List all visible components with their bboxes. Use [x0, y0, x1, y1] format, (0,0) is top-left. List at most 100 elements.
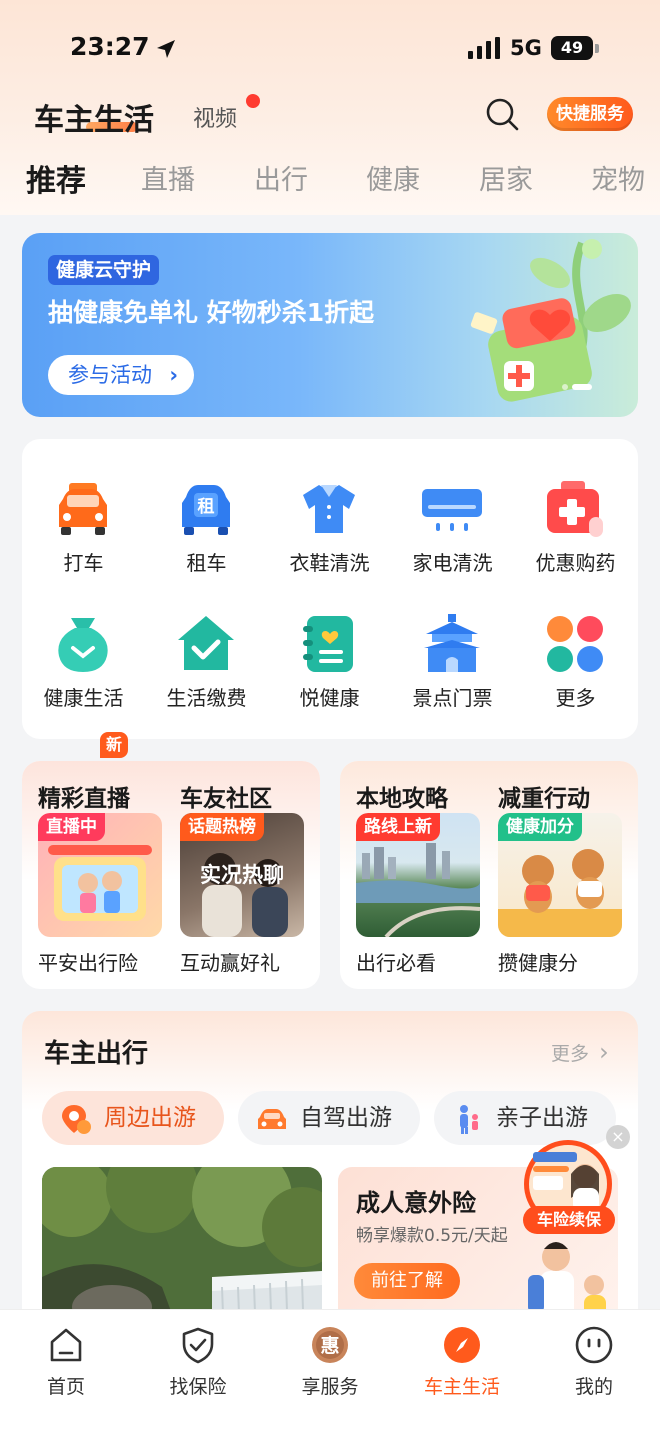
- renewal-label[interactable]: 车险续保: [523, 1206, 615, 1234]
- medical-kit-illustration: [470, 239, 631, 402]
- quick-service-button[interactable]: 快捷服务: [547, 97, 633, 131]
- pagoda-icon: [424, 614, 480, 672]
- service-yue-health[interactable]: 悦健康: [268, 574, 391, 710]
- banner-pager: [562, 384, 592, 390]
- live-thumbnail[interactable]: 直播中: [38, 813, 162, 937]
- chip-label: 自驾出游: [300, 1105, 392, 1131]
- compass-icon: [444, 1327, 480, 1363]
- battery-tip: [595, 44, 599, 53]
- community-thumbnail[interactable]: 话题热榜 实况热聊: [180, 813, 304, 937]
- chip-label: 周边出游: [104, 1105, 196, 1131]
- learn-more-button[interactable]: 前往了解: [354, 1263, 460, 1299]
- signal-icon: [468, 37, 500, 59]
- service-medicine[interactable]: 优惠购药: [514, 439, 637, 575]
- shield-check-icon: [182, 1327, 214, 1364]
- smiley-icon: [575, 1326, 613, 1364]
- service-label: 生活缴费: [166, 686, 247, 710]
- service-label: 家电清洗: [412, 551, 493, 575]
- feature-card-guide-fitness: 本地攻略 减重行动 路线上新 健康加分 出行必看 攒健康分: [340, 761, 638, 989]
- chip-family-trip[interactable]: 亲子出游: [434, 1091, 616, 1145]
- feature-card-live-community: 精彩直播 车友社区 直播中 话题热榜 实况热聊 平安出行险 互动赢好礼: [22, 761, 320, 989]
- status-time: 23:27: [70, 32, 150, 61]
- network-type: 5G: [510, 36, 542, 60]
- live-tag: 直播中: [38, 813, 105, 841]
- service-healthy-living[interactable]: 新 健康生活: [22, 574, 145, 758]
- service-more[interactable]: 更多: [514, 574, 637, 710]
- taxi-icon: [59, 483, 107, 535]
- battery-icon: 49: [551, 36, 593, 60]
- promo-banner[interactable]: 健康云守护 抽健康免单礼 好物秒杀1折起 参与活动 ›: [22, 233, 638, 417]
- nav-home[interactable]: 首页: [0, 1322, 132, 1402]
- live-caption: 平安出行险: [38, 951, 138, 975]
- car-icon: [258, 1109, 286, 1129]
- fitness-title: 减重行动: [498, 786, 590, 812]
- bottom-nav: 首页 找保险 惠 享服务 车主生活 我的: [0, 1309, 660, 1434]
- search-icon[interactable]: [484, 96, 520, 132]
- services-grid: 打车 租 租车 衣鞋清洗 家电清洗 优惠购药 新 健康生活 生活缴费 悦健康 景…: [22, 439, 638, 758]
- community-title: 车友社区: [180, 786, 272, 812]
- shirt-icon: [303, 485, 355, 533]
- banner-tag: 健康云守护: [48, 255, 160, 285]
- service-label: 更多: [555, 686, 596, 710]
- nav-mine[interactable]: 我的: [528, 1322, 660, 1402]
- more-link[interactable]: 更多 ›: [551, 1038, 609, 1066]
- guide-thumbnail[interactable]: 路线上新: [356, 813, 480, 937]
- service-label: 悦健康: [299, 686, 360, 710]
- tab-travel[interactable]: 出行: [254, 158, 308, 197]
- location-arrow-icon: [157, 40, 175, 58]
- live-title: 精彩直播: [38, 786, 130, 812]
- nav-find-insurance[interactable]: 找保险: [132, 1322, 264, 1402]
- service-label: 打车: [63, 551, 104, 575]
- fitness-thumbnail[interactable]: 健康加分: [498, 813, 622, 937]
- nav-label: 车主生活: [423, 1376, 500, 1398]
- money-bag-icon: [58, 618, 108, 672]
- tab-pets[interactable]: 宠物: [591, 158, 645, 197]
- chevron-right-icon: ›: [169, 363, 178, 387]
- banner-headline: 抽健康免单礼 好物秒杀1折起: [48, 298, 375, 327]
- service-label: 衣鞋清洗: [289, 551, 370, 575]
- home-icon: [50, 1328, 82, 1362]
- service-label: 优惠购药: [535, 551, 616, 575]
- nav-owner-life[interactable]: 车主生活: [396, 1322, 528, 1402]
- new-badge: 新: [100, 732, 129, 758]
- nav-label: 我的: [574, 1376, 613, 1398]
- chat-overlay: 实况热聊: [200, 863, 284, 887]
- tab-video[interactable]: 视频: [193, 101, 237, 133]
- svg-text:租: 租: [198, 496, 215, 517]
- chevron-right-icon: ›: [599, 1038, 609, 1066]
- tab-home[interactable]: 居家: [479, 158, 533, 197]
- medicine-kit-icon: [547, 481, 603, 537]
- chip-label: 亲子出游: [496, 1105, 588, 1131]
- section-title: 车主出行: [44, 1039, 149, 1069]
- service-rent-car[interactable]: 租 租车: [145, 439, 268, 575]
- tab-recommend[interactable]: 推荐: [26, 156, 86, 200]
- community-caption: 互动赢好礼: [180, 951, 280, 975]
- health-points-tag: 健康加分: [498, 813, 582, 841]
- chip-nearby-trip[interactable]: 周边出游: [42, 1091, 224, 1145]
- insurance-title: 成人意外险: [356, 1189, 476, 1217]
- more-label: 更多: [551, 1043, 590, 1065]
- tab-live[interactable]: 直播: [141, 158, 195, 197]
- service-label: 景点门票: [412, 686, 493, 710]
- service-tickets[interactable]: 景点门票: [391, 574, 514, 710]
- join-activity-button[interactable]: 参与活动 ›: [48, 355, 194, 395]
- service-bill-pay[interactable]: 生活缴费: [145, 574, 268, 710]
- nav-enjoy-service[interactable]: 惠 享服务: [264, 1322, 396, 1402]
- service-taxi[interactable]: 打车: [22, 439, 145, 575]
- service-clothes-wash[interactable]: 衣鞋清洗: [268, 439, 391, 575]
- air-conditioner-icon: [422, 489, 482, 531]
- family-icon: [460, 1105, 478, 1134]
- service-label: 租车: [186, 551, 227, 575]
- guide-title: 本地攻略: [356, 786, 448, 812]
- page-title[interactable]: 车主生活: [34, 95, 154, 139]
- join-activity-label: 参与活动: [68, 363, 152, 387]
- chip-self-drive[interactable]: 自驾出游: [238, 1091, 420, 1145]
- service-appliance-clean[interactable]: 家电清洗: [391, 439, 514, 575]
- tab-health[interactable]: 健康: [366, 158, 420, 197]
- nav-label: 首页: [46, 1376, 85, 1398]
- hui-badge-text: 惠: [320, 1335, 339, 1357]
- map-pin-icon: [62, 1105, 91, 1134]
- nav-label: 找保险: [169, 1376, 227, 1398]
- guide-caption: 出行必看: [356, 951, 436, 975]
- route-tag: 路线上新: [356, 813, 440, 841]
